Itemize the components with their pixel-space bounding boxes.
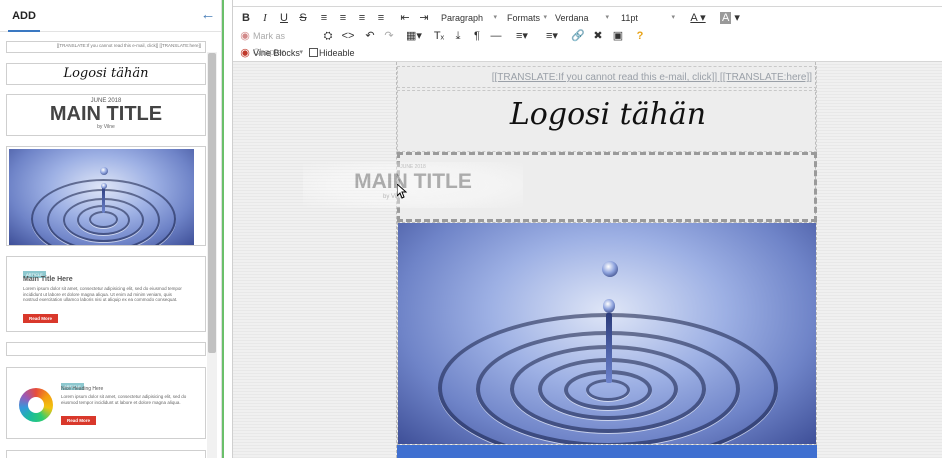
- hideable-checkbox[interactable]: [309, 48, 318, 57]
- hero-image-block[interactable]: [397, 222, 817, 445]
- block-logo-text: Logosi tähän: [63, 66, 149, 81]
- logo-block[interactable]: Logosi tähän: [397, 90, 817, 152]
- text-color-button[interactable]: A ▾: [687, 10, 709, 26]
- insert-icon[interactable]: ⤓: [451, 28, 465, 44]
- block-title-text: MAIN TITLE: [49, 103, 163, 125]
- preheader-block[interactable]: [[TRANSLATE:If you cannot read this e-ma…: [397, 66, 817, 88]
- paragraph-dropdown[interactable]: Paragraph ▾: [441, 10, 497, 26]
- article-heading: Nice Heading Here: [61, 386, 104, 392]
- align-right-icon[interactable]: ≡: [355, 10, 369, 26]
- block-title-by: by Vilne: [97, 124, 115, 130]
- tab-add[interactable]: ADD: [8, 0, 40, 32]
- block-list[interactable]: [[TRANSLATE:If you cannot read this e-ma…: [0, 38, 218, 458]
- view-in-browser-link[interactable]: [[TRANSLATE:If you cannot read this e-ma…: [492, 72, 812, 83]
- panel-tabbar: ADD ←: [0, 0, 222, 32]
- article-read-more-button[interactable]: Read More: [23, 311, 59, 323]
- paragraph-mark-icon[interactable]: ¶: [470, 28, 484, 44]
- italic-button[interactable]: I: [258, 10, 272, 26]
- vine-blocks-dropdown[interactable]: Vine Blocks ▾: [253, 45, 303, 61]
- horizontal-rule-icon[interactable]: —: [489, 28, 503, 44]
- image-icon[interactable]: ▣: [611, 28, 625, 44]
- redo-icon[interactable]: ↷: [382, 28, 396, 44]
- block-next[interactable]: [6, 450, 206, 458]
- block-preheader-text: [[TRANSLATE:If you cannot read this e-ma…: [56, 43, 201, 48]
- block-main-title[interactable]: JUNE 2018 MAIN TITLE by Vilne: [6, 94, 206, 136]
- block-article[interactable]: ARTICLE Main Title Here Lorem ipsum dolo…: [6, 256, 206, 332]
- block-empty[interactable]: [6, 342, 206, 356]
- email-canvas: [[TRANSLATE:If you cannot read this e-ma…: [233, 62, 942, 458]
- unlink-icon[interactable]: ✖: [591, 28, 605, 44]
- toolbar: B I U S ≡ ≡ ≡ ≡ ⇤ ⇥ Paragraph ▾ Formats ▾ …: [233, 6, 942, 62]
- ghost-title: MAIN TITLE: [354, 170, 472, 193]
- align-left-icon[interactable]: ≡: [317, 10, 331, 26]
- link-icon[interactable]: 🔗: [571, 28, 585, 44]
- align-justify-icon[interactable]: ≡: [374, 10, 388, 26]
- help-icon[interactable]: ?: [633, 28, 647, 44]
- formats-dropdown[interactable]: Formats ▾: [507, 10, 547, 26]
- font-size-dropdown[interactable]: 11pt ▾: [621, 10, 675, 26]
- editor: B I U S ≡ ≡ ≡ ≡ ⇤ ⇥ Paragraph ▾ Formats ▾ …: [232, 0, 942, 458]
- bullet-list-icon[interactable]: ≡▾: [511, 28, 533, 44]
- hero-image: [398, 223, 816, 444]
- article-body: Lorem ipsum dolor sit amet, consectetur …: [23, 286, 182, 302]
- block-image-picture: [9, 149, 194, 245]
- block-article-image[interactable]: ARTICLE Nice Heading Here Lorem ipsum do…: [6, 367, 206, 439]
- source-code-icon[interactable]: <>: [341, 28, 355, 44]
- left-panel: ADD ← [[TRANSLATE:If you cannot read thi…: [0, 0, 222, 458]
- numbered-list-icon[interactable]: ≡▾: [541, 28, 563, 44]
- find-icon[interactable]: ⛭: [321, 28, 335, 44]
- indent-icon[interactable]: ⇥: [417, 10, 431, 26]
- article-heading: Main Title Here: [23, 276, 73, 283]
- article-read-more-button[interactable]: Read More: [61, 413, 97, 425]
- background-color-button[interactable]: A ▾: [719, 10, 741, 26]
- underline-button[interactable]: U: [277, 10, 291, 26]
- scrollbar-thumb[interactable]: [208, 53, 216, 353]
- hideable-label: Hideable: [319, 48, 355, 58]
- panel-divider[interactable]: [222, 0, 224, 458]
- mark-as-chapter-button[interactable]: Mark as Chapter: [253, 28, 317, 57]
- block-logo[interactable]: Logosi tähän: [6, 63, 206, 85]
- article-body: Lorem ipsum dolor sit amet, consectetur …: [61, 394, 187, 405]
- clear-format-icon[interactable]: Tₓ: [432, 28, 446, 44]
- back-arrow-icon[interactable]: ←: [200, 7, 216, 23]
- footer-strip: [397, 445, 817, 458]
- vine-blocks-icon: ◉: [240, 47, 250, 59]
- bold-button[interactable]: B: [239, 10, 253, 26]
- email-body: [[TRANSLATE:If you cannot read this e-ma…: [396, 62, 817, 458]
- block-image[interactable]: [6, 146, 206, 246]
- mouse-cursor-icon: [397, 184, 407, 199]
- table-icon[interactable]: ▦▾: [403, 28, 425, 44]
- block-preheader[interactable]: [[TRANSLATE:If you cannot read this e-ma…: [6, 41, 206, 53]
- font-family-dropdown[interactable]: Verdana ▾: [555, 10, 609, 26]
- dragged-title-block[interactable]: JUNE 2018 MAIN TITLE by Vilne: [303, 162, 523, 208]
- article-flower-image: [19, 388, 53, 422]
- strikethrough-button[interactable]: S: [296, 10, 310, 26]
- logo-text: Logosi tähän: [509, 97, 707, 132]
- align-center-icon[interactable]: ≡: [336, 10, 350, 26]
- outdent-icon[interactable]: ⇤: [398, 10, 412, 26]
- undo-icon[interactable]: ↶: [363, 28, 377, 44]
- chapter-icon: ◉: [240, 30, 250, 42]
